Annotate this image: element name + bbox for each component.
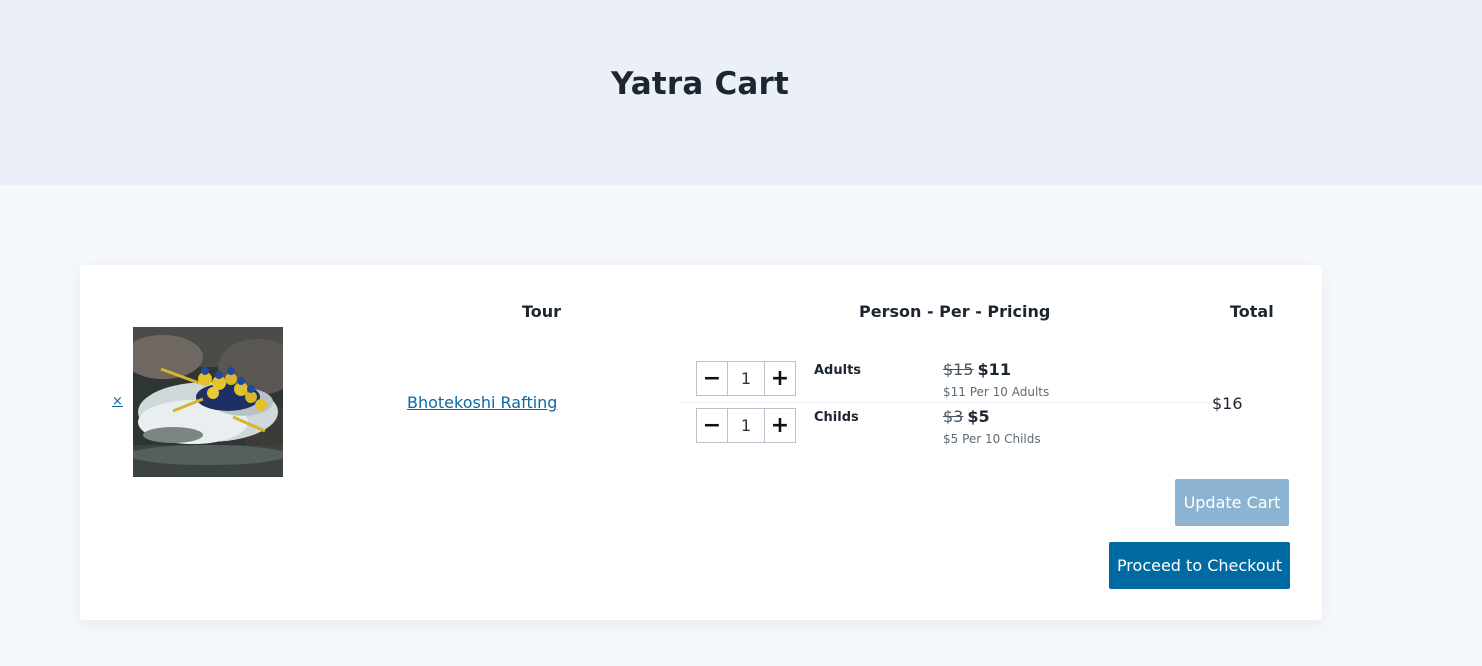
cart-table: Tour Person - Per - Pricing Total × Bhot… [80,265,1322,620]
adults-quantity-stepper: − 1 + [696,361,796,396]
adults-quantity-input[interactable]: 1 [727,362,765,395]
adults-sale-price: $11 [977,360,1011,379]
childs-sale-price: $5 [967,407,990,426]
column-header-tour: Tour [522,302,562,321]
adults-price-note: $11 Per 10 Adults [943,385,1050,399]
adults-price: $15 $11 [943,360,1011,379]
column-header-pricing: Person - Per - Pricing [859,302,1051,321]
item-total: $16 [1212,394,1243,413]
adults-original-price: $15 [943,360,974,379]
tour-name-link[interactable]: Bhotekoshi Rafting [407,393,557,412]
increase-childs-button[interactable]: + [765,409,795,442]
childs-price-note: $5 Per 10 Childs [943,432,1041,446]
remove-item-button[interactable]: × [112,394,123,409]
increase-adults-button[interactable]: + [765,362,795,395]
proceed-to-checkout-button[interactable]: Proceed to Checkout [1109,542,1290,589]
page-header-banner: Yatra Cart [0,0,1482,185]
childs-label: Childs [814,410,859,425]
childs-original-price: $3 [943,407,964,426]
tour-thumbnail[interactable] [133,327,283,477]
page-title: Yatra Cart [610,66,790,102]
decrease-adults-button[interactable]: − [697,362,727,395]
update-cart-button[interactable]: Update Cart [1175,479,1289,526]
column-header-total: Total [1230,302,1274,321]
rafting-photo-image [133,327,283,477]
childs-price: $3 $5 [943,407,990,426]
childs-quantity-stepper: − 1 + [696,408,796,443]
pricing-row-divider [680,402,1220,403]
adults-label: Adults [814,363,862,378]
decrease-childs-button[interactable]: − [697,409,727,442]
childs-quantity-input[interactable]: 1 [727,409,765,442]
